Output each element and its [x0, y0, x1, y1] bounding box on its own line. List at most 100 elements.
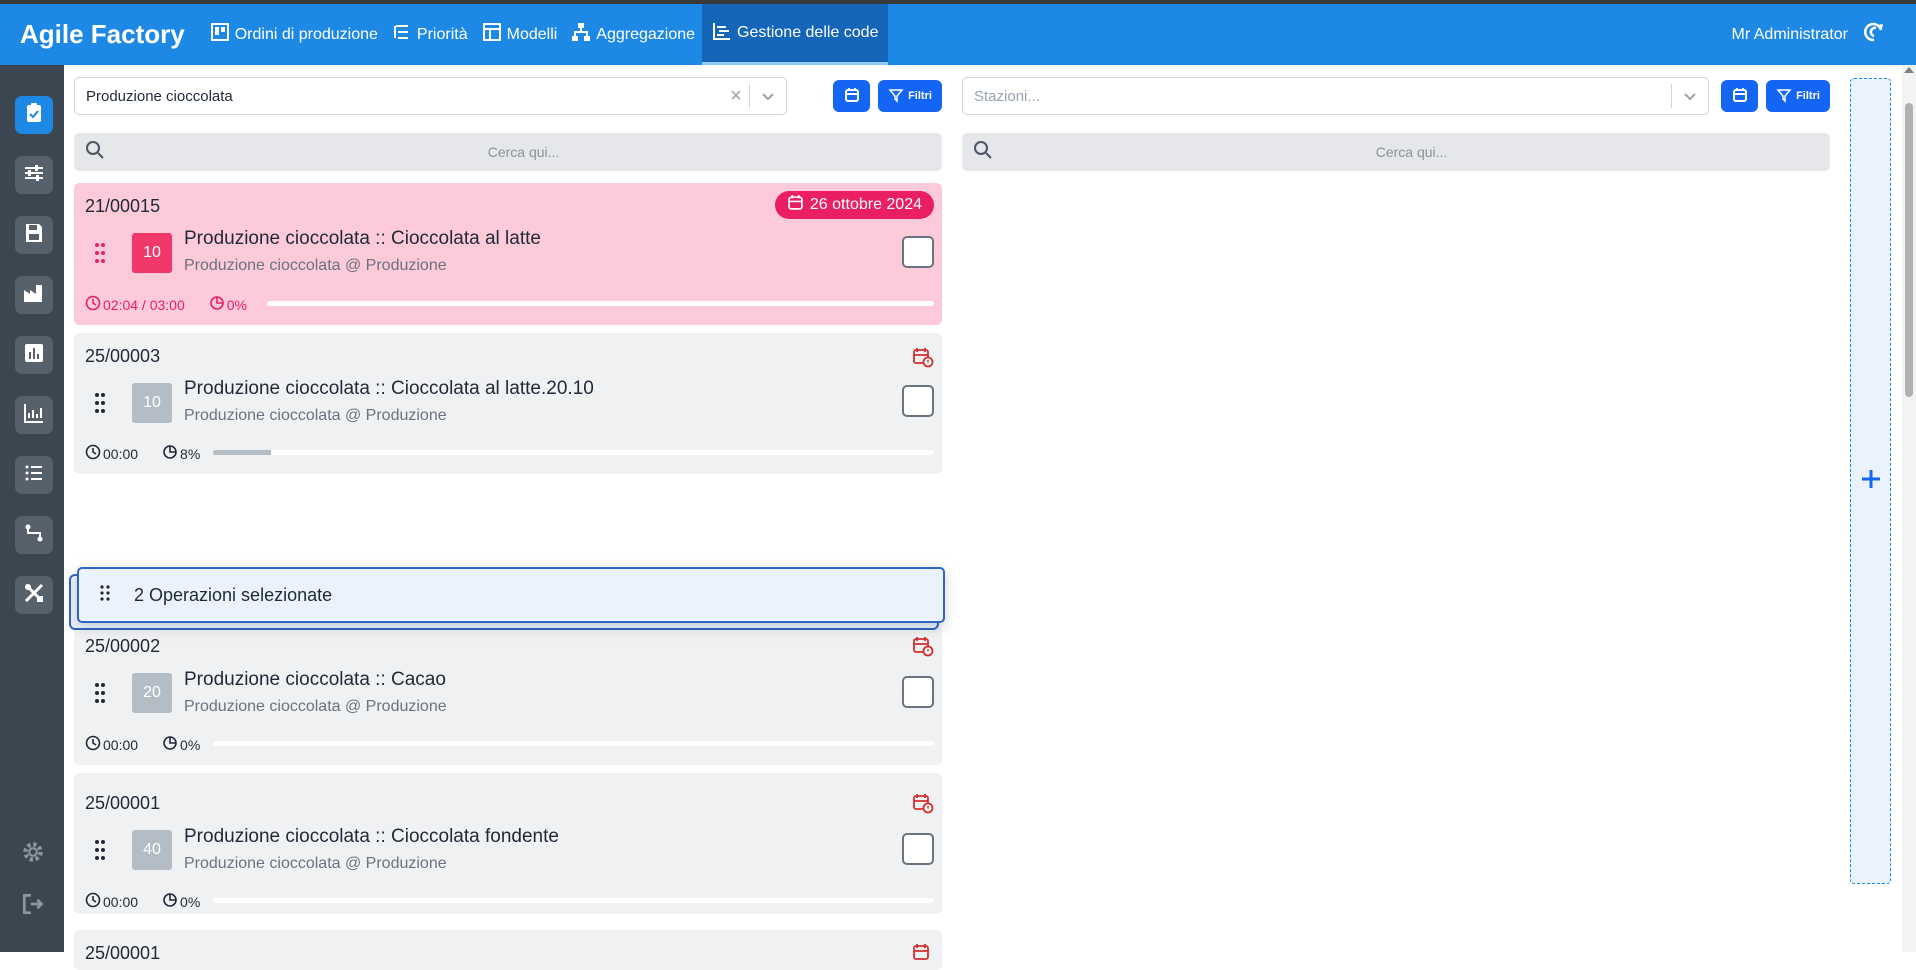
search-icon [74, 140, 105, 165]
select-checkbox[interactable] [902, 676, 934, 708]
calendar-alert-icon [912, 635, 934, 657]
calendar-alert-icon [912, 346, 934, 368]
priority-number: 40 [132, 830, 172, 870]
nav-label: Gestione delle code [737, 24, 879, 41]
left-search-input[interactable]: Cerca qui... [74, 133, 942, 171]
top-navbar: Agile Factory Ordini di produzione Prior… [0, 0, 1916, 65]
left-filter-button[interactable]: Filtri [878, 80, 942, 112]
clear-icon[interactable]: × [723, 85, 749, 108]
clock-icon [85, 444, 103, 463]
nav-label: Modelli [506, 25, 558, 43]
calendar-alert-icon [912, 942, 934, 964]
drag-label: 2 Operazioni selezionate [134, 584, 333, 605]
scrollbar-thumb[interactable] [1905, 103, 1913, 397]
nav-priorita[interactable]: Priorità [385, 4, 475, 65]
line-chart-icon [22, 401, 46, 430]
sidebar-item-settings-sliders[interactable] [15, 156, 53, 194]
refresh-icon[interactable] [1862, 20, 1886, 49]
drag-selection-overlay[interactable]: 2 Operazioni selezionate [77, 567, 945, 623]
settings-icon [20, 839, 46, 870]
progress-bar [267, 301, 934, 306]
operation-subtitle: Produzione cioccolata @ Produzione [184, 855, 447, 872]
select-checkbox[interactable] [902, 236, 934, 268]
production-select[interactable]: Produzione cioccolata × [74, 77, 787, 115]
drag-handle-icon[interactable] [94, 682, 106, 709]
stations-select[interactable]: Stazioni... [962, 77, 1709, 115]
chevron-down-icon[interactable] [1672, 89, 1708, 103]
user-name[interactable]: Mr Administrator [1732, 26, 1848, 44]
sidebar-item-tools[interactable] [15, 576, 53, 614]
bar-chart-icon [22, 341, 46, 370]
progress-group: 0% [209, 295, 247, 314]
right-search-input[interactable]: Cerca qui... [962, 133, 1830, 171]
nav-ordini-di-produzione[interactable]: Ordini di produzione [203, 4, 385, 65]
stations-select-placeholder: Stazioni... [974, 87, 1040, 105]
chevron-down-icon[interactable] [750, 89, 786, 103]
order-code: 25/00001 [85, 793, 161, 813]
tools-icon [22, 581, 46, 610]
progress-bar [213, 898, 934, 903]
sidebar-item-list[interactable] [15, 456, 53, 494]
clock-icon [85, 295, 103, 314]
filter-icon [1776, 87, 1792, 106]
operation-card[interactable]: 25/00001 40 Produzione cioccolata :: Cio… [74, 773, 942, 914]
operation-card[interactable]: 21/00015 26 ottobre 2024 10 Produzione c… [74, 183, 942, 325]
route-icon [22, 521, 46, 550]
sidebar-item-bar-chart[interactable] [15, 336, 53, 374]
right-filter-label: Filtri [1796, 90, 1820, 102]
sidebar-item-save[interactable] [15, 216, 53, 254]
drag-handle-icon[interactable] [94, 839, 106, 866]
card-meta: 00:00 0% [85, 892, 200, 911]
sidebar-item-logout[interactable] [18, 891, 48, 921]
queue-icon [712, 21, 732, 46]
sidebar-item-factory[interactable] [15, 276, 53, 314]
priority-number: 10 [132, 233, 172, 273]
calendar-icon [787, 194, 804, 216]
select-checkbox[interactable] [902, 833, 934, 865]
right-calendar-button[interactable] [1721, 80, 1758, 112]
progress-value: 0% [180, 893, 201, 910]
order-code: 25/00001 [85, 943, 161, 963]
left-calendar-button[interactable] [833, 80, 870, 112]
operation-title: Produzione cioccolata :: Cioccolata al l… [184, 378, 594, 399]
select-checkbox[interactable] [902, 385, 934, 417]
sidebar-item-queue[interactable] [15, 96, 53, 134]
operation-subtitle: Produzione cioccolata @ Produzione [184, 698, 447, 715]
operation-card[interactable]: 25/00002 20 Produzione cioccolata :: Cac… [74, 615, 942, 765]
main-nav: Ordini di produzione Priorità Modelli Ag… [203, 4, 889, 65]
operation-title: Produzione cioccolata :: Cacao [184, 669, 446, 690]
nav-label: Aggregazione [596, 25, 696, 43]
right-search-placeholder: Cerca qui... [1375, 144, 1448, 160]
drag-handle-icon[interactable] [94, 392, 106, 419]
progress-group: 8% [162, 444, 200, 463]
search-icon [962, 140, 993, 165]
sliders-icon [22, 161, 46, 190]
pie-chart-icon [162, 735, 180, 754]
app-title[interactable]: Agile Factory [0, 4, 203, 65]
hierarchy-icon [571, 22, 591, 47]
scroll-up-arrow-icon[interactable] [1904, 67, 1914, 73]
time-value: 02:04 / 03:00 [103, 296, 185, 313]
add-station-dropzone[interactable] [1850, 78, 1891, 884]
clipboard-check-icon [22, 101, 46, 130]
operation-card[interactable]: 25/00003 10 Produzione cioccolata :: Cio… [74, 333, 942, 474]
progress-group: 0% [162, 735, 200, 754]
nav-modelli[interactable]: Modelli [475, 4, 565, 65]
operation-card[interactable]: 25/00001 [74, 930, 942, 970]
list-icon [22, 461, 46, 490]
nav-gestione-delle-code[interactable]: Gestione delle code [702, 4, 889, 65]
left-filter-label: Filtri [908, 90, 932, 102]
due-date-badge: 26 ottobre 2024 [774, 191, 934, 219]
sidebar-item-route[interactable] [15, 516, 53, 554]
drag-handle-icon[interactable] [94, 242, 106, 269]
logout-icon [20, 891, 46, 922]
order-code: 25/00002 [85, 636, 161, 656]
nav-aggregazione[interactable]: Aggregazione [564, 4, 702, 65]
left-search-placeholder: Cerca qui... [487, 144, 560, 160]
sidebar-item-line-chart[interactable] [15, 396, 53, 434]
operation-title: Produzione cioccolata :: Cioccolata fond… [184, 826, 559, 847]
priority-number: 20 [132, 673, 172, 713]
sidebar-item-settings[interactable] [18, 839, 48, 869]
right-filter-button[interactable]: Filtri [1766, 80, 1830, 112]
progress-value: 0% [180, 736, 201, 753]
